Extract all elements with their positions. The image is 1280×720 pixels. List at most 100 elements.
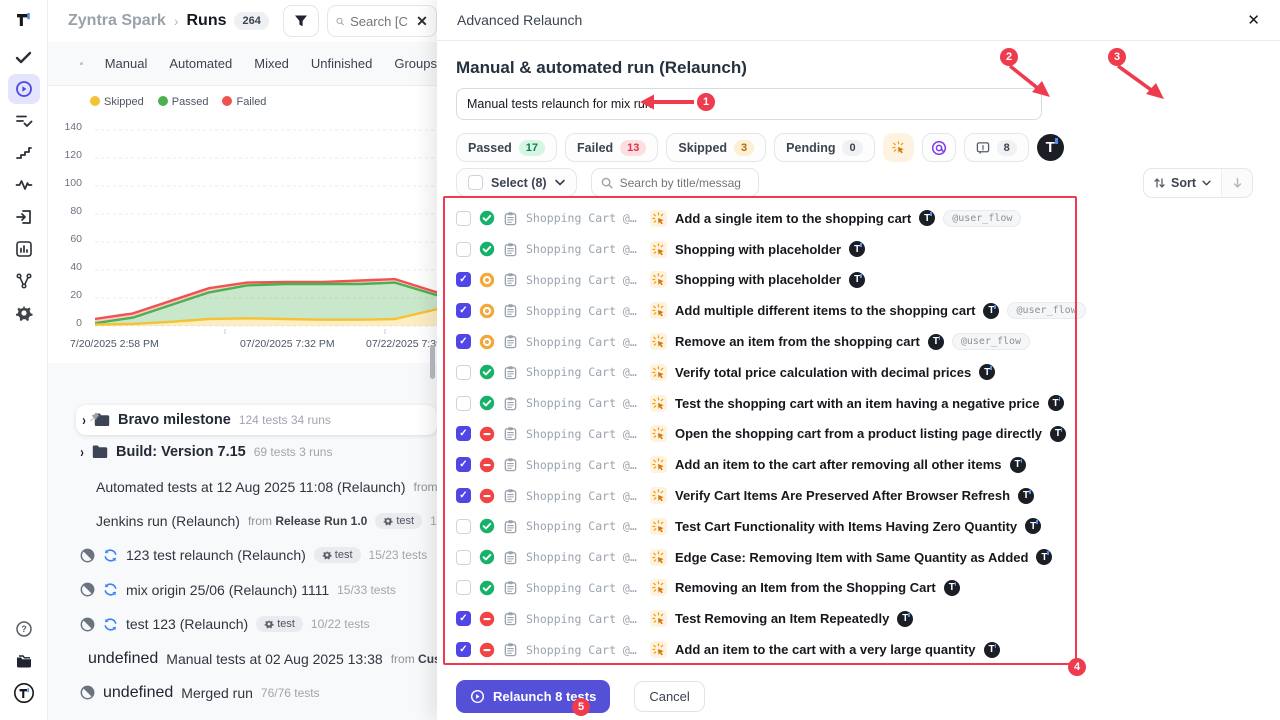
test-row[interactable]: ✓ Shopping Cart @… Add an item to the ca… xyxy=(456,449,1096,480)
run-title[interactable]: Merged run xyxy=(181,685,253,701)
search-clear-icon[interactable]: ✕ xyxy=(416,13,428,30)
sidebar-item-tests[interactable] xyxy=(8,42,40,72)
chip-manual-filter[interactable] xyxy=(883,133,914,162)
test-checkbox[interactable]: ✓ xyxy=(456,303,471,318)
run-row[interactable]: › Build: Version 7.15 69 tests 3 runs xyxy=(48,435,437,469)
legend-item-failed[interactable]: Failed xyxy=(222,96,266,108)
test-checkbox[interactable]: ✓ xyxy=(456,642,471,657)
select-all-icon[interactable] xyxy=(80,56,83,71)
test-checkbox[interactable]: ✓ xyxy=(456,272,471,287)
test-row[interactable]: Shopping Cart @… Edge Case: Removing Ite… xyxy=(456,542,1096,573)
projects-icon[interactable] xyxy=(8,646,40,676)
test-title[interactable]: Verify total price calculation with deci… xyxy=(675,365,971,380)
chevron-right-icon[interactable]: › xyxy=(80,444,84,461)
test-checkbox[interactable]: ✓ xyxy=(456,457,471,472)
select-dropdown[interactable]: Select (8) xyxy=(456,168,577,197)
test-row[interactable]: ✓ Shopping Cart @… Test Removing an Item… xyxy=(456,603,1096,634)
sort-direction-button[interactable] xyxy=(1222,169,1252,197)
run-title[interactable]: Jenkins run (Relaunch) xyxy=(96,513,240,529)
test-checkbox[interactable] xyxy=(456,580,471,595)
run-row[interactable]: Automated tests at 12 Aug 2025 11:08 (Re… xyxy=(48,469,437,503)
run-row[interactable]: Jenkins run (Relaunch) from Release Run … xyxy=(48,504,437,538)
test-title[interactable]: Test the shopping cart with an item havi… xyxy=(675,396,1040,411)
page-scrollbar[interactable] xyxy=(430,345,435,379)
test-row[interactable]: ✓ Shopping Cart @… Add multiple differen… xyxy=(456,295,1096,326)
test-row[interactable]: Shopping Cart @… Removing an Item from t… xyxy=(456,573,1096,604)
test-row[interactable]: Shopping Cart @… Verify total price calc… xyxy=(456,357,1096,388)
run-row[interactable]: 123 test relaunch (Relaunch) test 15/23 … xyxy=(48,538,437,572)
run-title[interactable]: Manual tests at 02 Aug 2025 13:38 xyxy=(166,651,382,667)
test-checkbox[interactable] xyxy=(456,365,471,380)
account-logo-icon[interactable] xyxy=(8,678,40,708)
test-title[interactable]: Add a single item to the shopping cart xyxy=(675,211,911,226)
global-search[interactable]: ✕ xyxy=(327,5,437,37)
test-checkbox[interactable] xyxy=(456,242,471,257)
run-row[interactable]: undefined Manual tests at 02 Aug 2025 13… xyxy=(48,641,437,675)
sidebar-item-milestones[interactable] xyxy=(8,138,40,168)
test-title[interactable]: Edge Case: Removing Item with Same Quant… xyxy=(675,550,1028,565)
legend-item-skipped[interactable]: Skipped xyxy=(90,96,144,108)
run-title[interactable]: mix origin 25/06 (Relaunch) 1111 xyxy=(126,582,329,598)
app-logo[interactable] xyxy=(0,0,48,40)
chip-skipped[interactable]: Skipped3 xyxy=(666,133,766,162)
filter-button[interactable] xyxy=(283,5,319,37)
test-row[interactable]: ✓ Shopping Cart @… Open the shopping car… xyxy=(456,419,1096,450)
modal-close-icon[interactable]: ✕ xyxy=(1247,11,1260,29)
test-title[interactable]: Verify Cart Items Are Preserved After Br… xyxy=(675,488,1010,503)
test-row[interactable]: Shopping Cart @… Test the shopping cart … xyxy=(456,388,1096,419)
sidebar-item-runs[interactable] xyxy=(8,74,40,104)
legend-item-passed[interactable]: Passed xyxy=(158,96,209,108)
test-row[interactable]: Shopping Cart @… Test Cart Functionality… xyxy=(456,511,1096,542)
run-row[interactable]: test 123 (Relaunch) test 10/22 tests xyxy=(48,607,437,641)
chevron-right-icon[interactable]: › xyxy=(82,412,86,429)
chip-comments[interactable]: 8 xyxy=(964,133,1029,162)
test-search-input[interactable] xyxy=(620,176,745,190)
project-name[interactable]: Zyntra Spark xyxy=(68,12,166,30)
test-row[interactable]: Shopping Cart @… Shopping with placehold… xyxy=(456,234,1096,265)
run-group-title[interactable]: Bravo milestone xyxy=(118,412,231,428)
test-checkbox[interactable] xyxy=(456,550,471,565)
sidebar-item-settings[interactable] xyxy=(8,298,40,328)
run-row[interactable]: mix origin 25/06 (Relaunch) 1111 15/33 t… xyxy=(48,573,437,607)
test-title[interactable]: Test Cart Functionality with Items Havin… xyxy=(675,519,1017,534)
sort-button[interactable]: Sort xyxy=(1144,169,1222,197)
test-title[interactable]: Add an item to the cart with a very larg… xyxy=(675,642,976,657)
test-title[interactable]: Add an item to the cart after removing a… xyxy=(675,457,1002,472)
chip-failed[interactable]: Failed13 xyxy=(565,133,658,162)
run-title[interactable]: test 123 (Relaunch) xyxy=(126,616,248,632)
run-row[interactable]: undefined Merged run 76/76 tests xyxy=(48,676,437,710)
test-row[interactable]: ✓ Shopping Cart @… Add an item to the ca… xyxy=(456,634,1096,665)
test-title[interactable]: Test Removing an Item Repeatedly xyxy=(675,611,889,626)
test-checkbox[interactable]: ✓ xyxy=(456,611,471,626)
sidebar-item-import[interactable] xyxy=(8,202,40,232)
user-avatar[interactable]: T xyxy=(1037,134,1064,161)
help-icon[interactable]: ? xyxy=(8,614,40,644)
run-name-input[interactable] xyxy=(456,88,1042,120)
test-row[interactable]: ✓ Shopping Cart @… Verify Cart Items Are… xyxy=(456,480,1096,511)
test-title[interactable]: Open the shopping cart from a product li… xyxy=(675,426,1042,441)
run-group-title[interactable]: Build: Version 7.15 xyxy=(116,444,246,460)
test-title[interactable]: Shopping with placeholder xyxy=(675,242,841,257)
test-row[interactable]: ✓ Shopping Cart @… Remove an item from t… xyxy=(456,326,1096,357)
chip-pending[interactable]: Pending0 xyxy=(774,133,874,162)
chip-passed[interactable]: Passed17 xyxy=(456,133,557,162)
sidebar-item-reports[interactable] xyxy=(8,234,40,264)
test-checkbox[interactable]: ✓ xyxy=(456,334,471,349)
test-row[interactable]: ✓ Shopping Cart @… Shopping with placeho… xyxy=(456,265,1096,296)
test-row[interactable]: Shopping Cart @… Add a single item to th… xyxy=(456,203,1096,234)
cancel-button[interactable]: Cancel xyxy=(634,681,704,712)
test-checkbox[interactable]: ✓ xyxy=(456,426,471,441)
run-row[interactable]: › Bravo milestone 124 tests 34 runs xyxy=(76,405,437,435)
test-title[interactable]: Add multiple different items to the shop… xyxy=(675,303,975,318)
tab-unfinished[interactable]: Unfinished xyxy=(311,56,372,71)
tab-groups[interactable]: Groups xyxy=(394,56,437,71)
test-checkbox[interactable] xyxy=(456,396,471,411)
chip-automated-filter[interactable] xyxy=(922,133,956,162)
sidebar-item-plans[interactable] xyxy=(8,106,40,136)
test-checkbox[interactable] xyxy=(456,211,471,226)
tab-mixed[interactable]: Mixed xyxy=(254,56,289,71)
test-checkbox[interactable]: ✓ xyxy=(456,488,471,503)
run-title[interactable]: Automated tests at 12 Aug 2025 11:08 (Re… xyxy=(96,479,406,495)
tab-manual[interactable]: Manual xyxy=(105,56,148,71)
test-search[interactable] xyxy=(591,168,759,197)
